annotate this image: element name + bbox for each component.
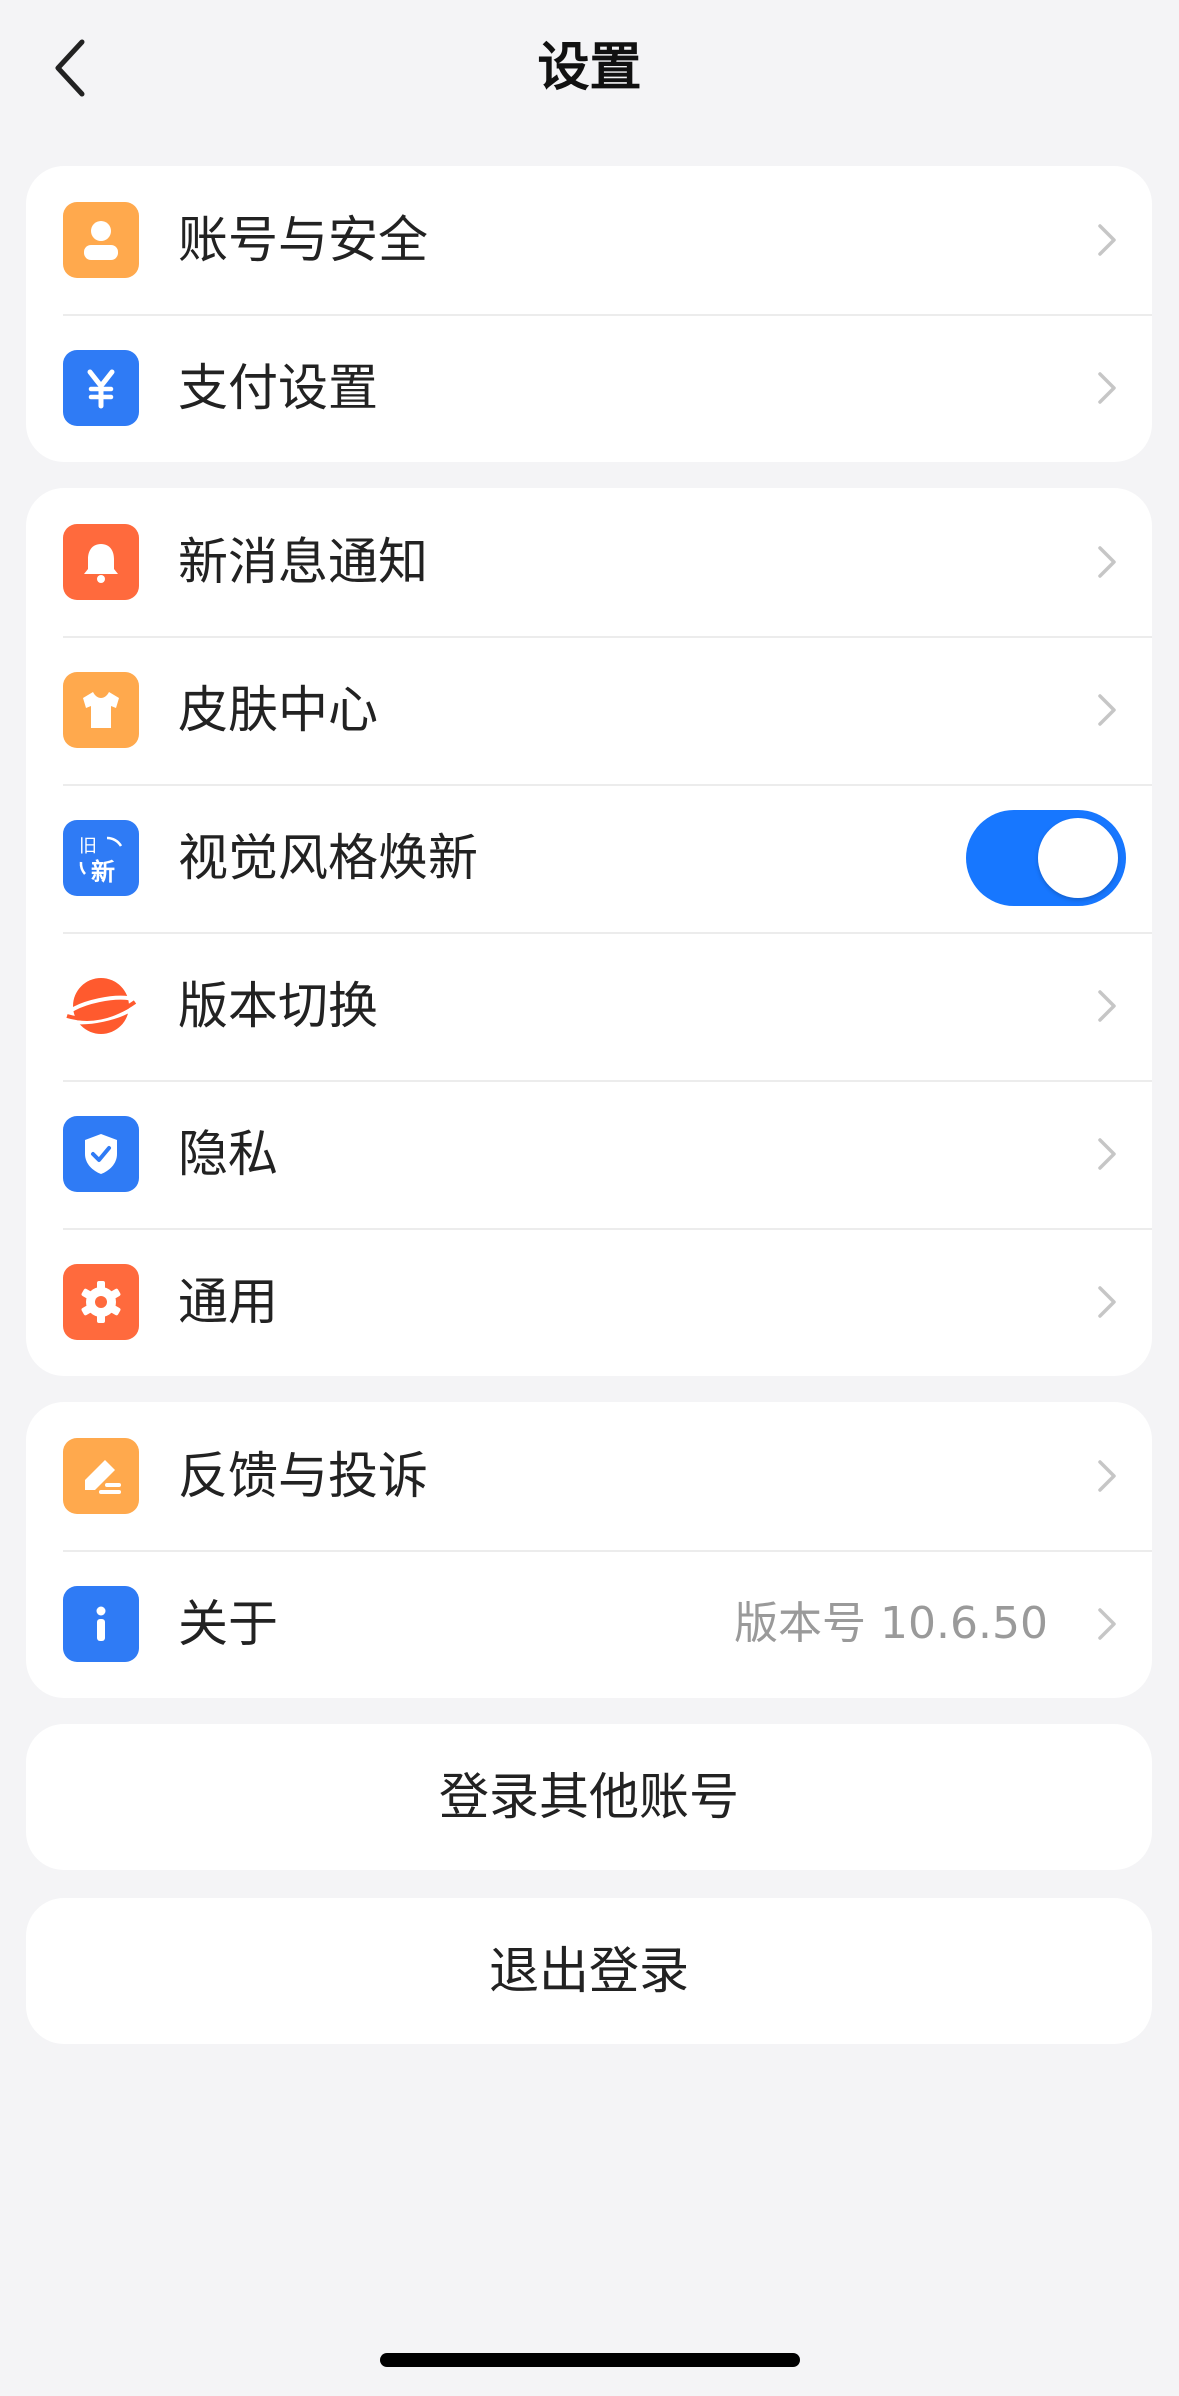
settings-group-support: 反馈与投诉 关于 版本号 10.6.50 xyxy=(26,1402,1152,1698)
icon-text-old: 旧 xyxy=(79,836,97,857)
chevron-right-icon xyxy=(1098,990,1116,1022)
settings-group-account: 账号与安全 支付设置 xyxy=(26,166,1152,462)
settings-item-about[interactable]: 关于 版本号 10.6.50 xyxy=(26,1550,1152,1698)
settings-item-visual-style: 旧 新 视觉风格焕新 xyxy=(26,784,1152,932)
settings-item-label: 关于 xyxy=(178,1595,278,1653)
visual-style-toggle[interactable] xyxy=(966,810,1126,906)
settings-item-version-switch[interactable]: 版本切换 xyxy=(26,932,1152,1080)
planet-icon xyxy=(63,968,139,1044)
navigation-bar: 设置 xyxy=(0,0,1179,140)
yen-icon xyxy=(63,350,139,426)
settings-item-privacy[interactable]: 隐私 xyxy=(26,1080,1152,1228)
info-icon xyxy=(63,1586,139,1662)
settings-item-notifications[interactable]: 新消息通知 xyxy=(26,488,1152,636)
settings-item-label: 反馈与投诉 xyxy=(178,1447,428,1505)
page-title: 设置 xyxy=(537,38,642,98)
settings-item-label: 隐私 xyxy=(178,1125,278,1183)
chevron-right-icon xyxy=(1098,1286,1116,1318)
settings-item-label: 版本切换 xyxy=(178,977,378,1035)
settings-item-label: 新消息通知 xyxy=(178,533,428,591)
settings-item-skin-center[interactable]: 皮肤中心 xyxy=(26,636,1152,784)
chevron-right-icon xyxy=(1098,694,1116,726)
edit-icon xyxy=(63,1438,139,1514)
icon-text-new: 新 xyxy=(91,858,115,886)
settings-item-label: 视觉风格焕新 xyxy=(178,829,478,887)
settings-item-label: 支付设置 xyxy=(178,359,378,417)
shield-check-icon xyxy=(63,1116,139,1192)
refresh-new-icon: 旧 新 xyxy=(63,820,139,896)
settings-item-label: 账号与安全 xyxy=(178,211,428,269)
settings-item-label: 皮肤中心 xyxy=(178,681,378,739)
home-indicator xyxy=(380,2353,800,2367)
chevron-right-icon xyxy=(1098,1138,1116,1170)
chevron-right-icon xyxy=(1098,1608,1116,1640)
user-icon xyxy=(63,202,139,278)
chevron-right-icon xyxy=(1098,372,1116,404)
settings-item-account-security[interactable]: 账号与安全 xyxy=(26,166,1152,314)
settings-item-general[interactable]: 通用 xyxy=(26,1228,1152,1376)
logout-button[interactable]: 退出登录 xyxy=(26,1898,1152,2044)
settings-item-payment[interactable]: 支付设置 xyxy=(26,314,1152,462)
chevron-right-icon xyxy=(1098,546,1116,578)
switch-account-button[interactable]: 登录其他账号 xyxy=(26,1724,1152,1870)
toggle-knob xyxy=(1038,818,1118,898)
settings-item-label: 通用 xyxy=(178,1273,278,1331)
chevron-right-icon xyxy=(1098,224,1116,256)
version-number: 版本号 10.6.50 xyxy=(734,1598,1048,1649)
tshirt-icon xyxy=(63,672,139,748)
gear-icon xyxy=(63,1264,139,1340)
settings-item-feedback[interactable]: 反馈与投诉 xyxy=(26,1402,1152,1550)
bell-icon xyxy=(63,524,139,600)
settings-group-general: 新消息通知 皮肤中心 旧 新 视觉风格焕新 版本切换 隐私 通用 xyxy=(26,488,1152,1376)
chevron-right-icon xyxy=(1098,1460,1116,1492)
